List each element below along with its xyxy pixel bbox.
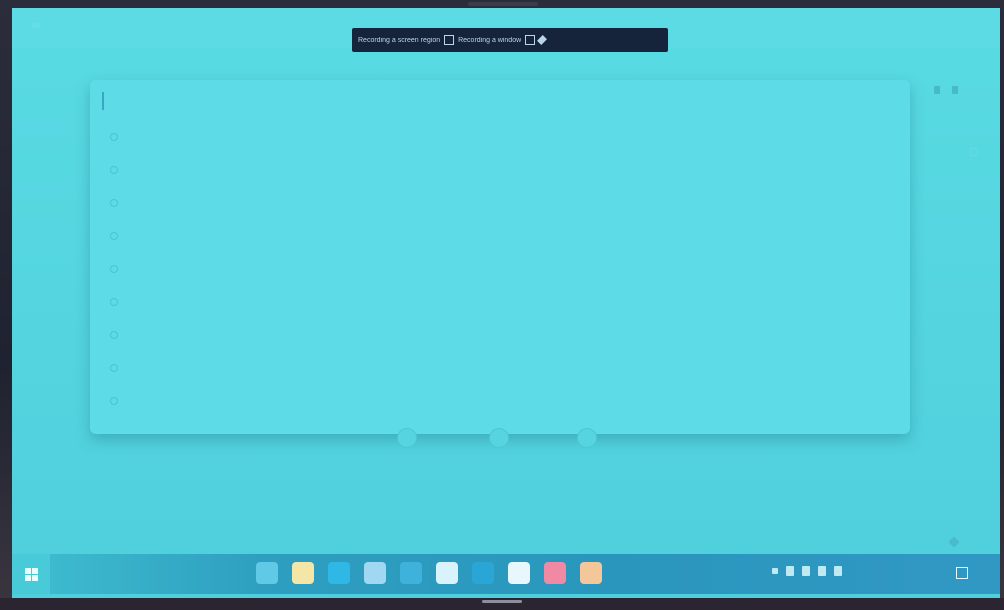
capture-region-label[interactable]: Recording a screen region [358,37,440,44]
globe-icon [110,396,118,405]
screen: Recording a screen region Recording a wi… [12,8,1000,598]
help-icon[interactable] [934,86,940,94]
add-shortcut-icon [577,428,597,448]
brand-logo [482,600,522,603]
search-icon [110,198,118,207]
shortcut-tile[interactable] [464,428,534,470]
suggestion-item[interactable] [90,318,910,351]
network-icon[interactable] [786,566,794,576]
language-icon[interactable] [834,566,842,576]
volume-icon[interactable] [802,566,810,576]
capture-toolbar: Recording a screen region Recording a wi… [352,28,668,52]
store-icon[interactable] [364,562,386,584]
search-input[interactable] [94,86,894,116]
close-icon[interactable] [970,148,978,156]
search-icon [110,264,118,273]
grid-icon[interactable] [525,35,536,45]
notification-icon[interactable] [956,567,968,579]
taskbar [12,554,1000,594]
search-icon [110,165,118,174]
start-button[interactable] [12,554,50,594]
search-icon [110,297,118,306]
suggestion-item[interactable] [90,384,910,417]
app-icon[interactable] [508,562,530,584]
app-icon[interactable] [472,562,494,584]
toolbar-icons [934,86,958,94]
suggestion-item[interactable] [90,153,910,186]
search-icon [110,231,118,240]
mail-icon[interactable] [436,562,458,584]
battery-icon[interactable] [818,566,826,576]
shortcuts-row [372,428,632,498]
edge-icon[interactable] [328,562,350,584]
pen-icon [948,536,960,548]
monitor: Recording a screen region Recording a wi… [0,0,1004,610]
app-icon[interactable] [544,562,566,584]
search-icon [110,363,118,372]
suggestion-item[interactable] [90,186,910,219]
suggestion-item[interactable] [90,252,910,285]
camera-bar [468,2,538,6]
windows-logo-icon [25,568,38,581]
pen-icon[interactable] [537,35,548,45]
taskbar-apps [256,562,602,584]
search-suggestions-panel [90,80,910,434]
bezel [0,598,1004,610]
browser-menu-icon[interactable] [32,22,40,28]
system-tray [772,566,842,576]
customize-button[interactable] [948,536,966,548]
suggestion-item[interactable] [90,219,910,252]
suggestion-item[interactable] [90,120,910,153]
file-explorer-icon[interactable] [292,562,314,584]
chrome-icon[interactable] [580,562,602,584]
settings-icon[interactable] [400,562,422,584]
add-shortcut-tile[interactable] [552,428,622,470]
capture-window-label[interactable]: Recording a window [458,37,521,44]
chevron-up-icon[interactable] [772,568,778,574]
shortcut-icon [397,428,417,448]
task-view-icon[interactable] [256,562,278,584]
shortcut-tile[interactable] [372,428,442,470]
suggestion-item[interactable] [90,285,910,318]
window-icon[interactable] [444,35,455,45]
search-icon [110,330,118,339]
apps-icon[interactable] [952,86,958,94]
suggestion-item[interactable] [90,351,910,384]
suggestion-list [90,120,910,417]
search-icon [110,132,118,141]
shortcut-icon [489,428,509,448]
